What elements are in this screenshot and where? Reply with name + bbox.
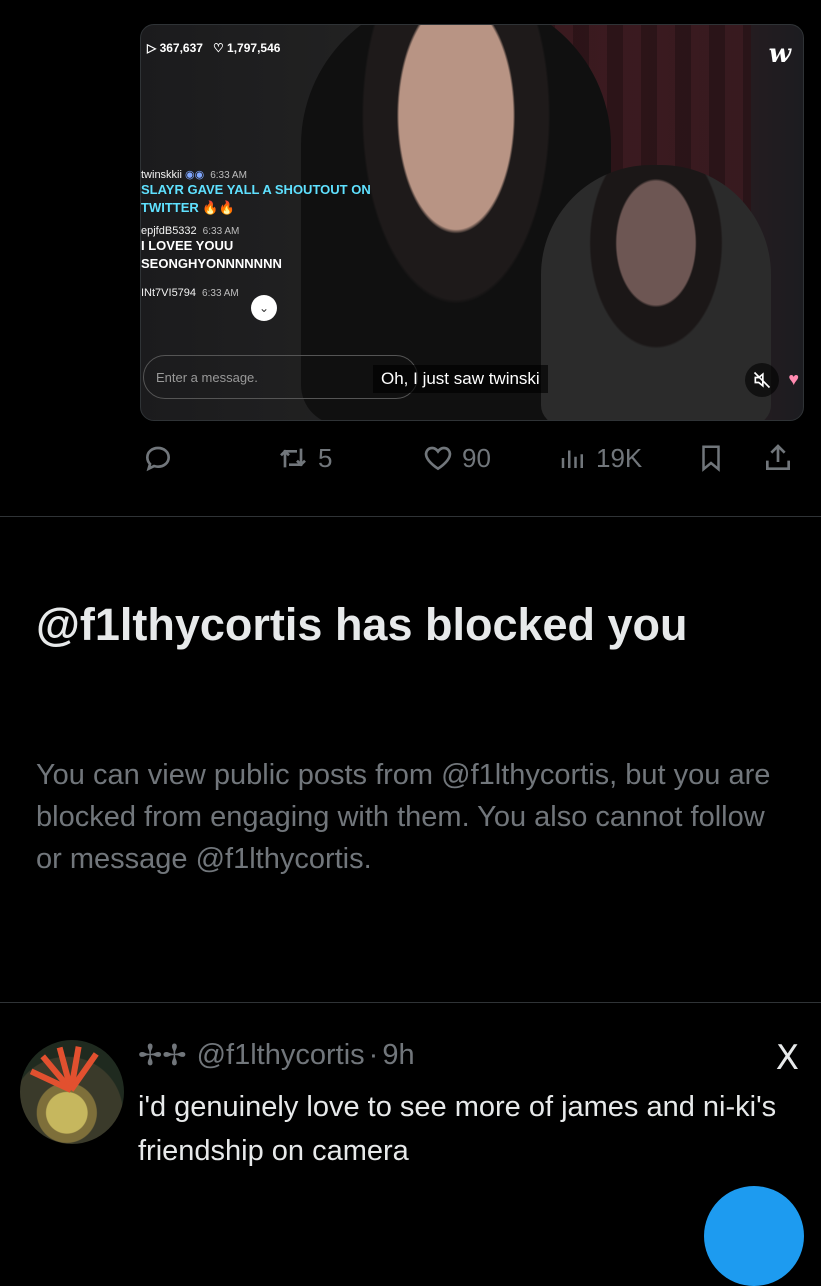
chat-username: twinskkii (141, 169, 182, 181)
avatar[interactable] (20, 1040, 124, 1144)
live-chat: twinskkii ◉◉ 6:33 AM SLAYR GAVE YALL A SH… (141, 160, 441, 299)
share-button[interactable] (762, 442, 794, 474)
post-header: ✢✢ @f1lthycortis · 9h (138, 1038, 415, 1073)
chat-message: INt7VI5794 6:33 AM (141, 287, 441, 299)
chat-time: 6:33 AM (202, 226, 240, 237)
share-icon (766, 444, 790, 470)
likes-count: 1,797,546 (227, 41, 281, 55)
post-age[interactable]: 9h (382, 1039, 414, 1072)
like-count: 90 (462, 442, 491, 473)
chat-text: SEONGHYONNNNNNN (141, 256, 282, 271)
like-button[interactable]: 90 (422, 442, 491, 474)
heart-outline-icon (424, 446, 452, 471)
likes-stat: ♡ 1,797,546 (212, 41, 281, 55)
chat-message: epjfdB5332 6:33 AM I LOVEE YOUU SEONGHYON… (141, 225, 441, 273)
bookmark-button[interactable] (696, 442, 726, 474)
bookmark-icon (702, 445, 720, 472)
post-handle[interactable]: @f1lthycortis (197, 1039, 365, 1072)
chat-text: TWITTER 🔥🔥 (141, 200, 235, 215)
retweet-count: 5 (318, 442, 333, 473)
chevron-down-icon[interactable]: ⌄ (251, 295, 277, 321)
video-person-secondary (541, 165, 771, 420)
views-stat: ▷ 367,637 (147, 41, 203, 55)
views-count: 367,637 (159, 41, 203, 55)
video-subtitle: Oh, I just saw twinski (373, 365, 548, 393)
verified-badge-icon: ◉◉ (185, 169, 205, 181)
reply-icon (145, 446, 171, 472)
chat-text: SLAYR GAVE YALL A SHOUTOUT ON (141, 182, 371, 197)
blocked-description: You can view public posts from @f1lthyco… (36, 759, 771, 875)
weverse-logo: w (768, 39, 791, 69)
display-name[interactable]: ✢✢ (138, 1038, 187, 1073)
chat-message: twinskkii ◉◉ 6:33 AM SLAYR GAVE YALL A SH… (141, 168, 441, 217)
chat-time: 6:33 AM (210, 170, 247, 181)
views-button[interactable]: 19K (558, 442, 642, 474)
views-count: 19K (596, 442, 643, 473)
tweet-action-bar: 5 90 19K (140, 440, 810, 480)
chat-username: epjfdB5332 (141, 225, 197, 237)
blocked-heading: @f1lthycortis has blocked you (36, 599, 688, 650)
chat-text: I LOVEE YOUU (141, 238, 234, 253)
analytics-icon (561, 450, 583, 468)
post-text: i'd genuinely love to see more of james … (138, 1091, 777, 1167)
heart-icon: ♥ (788, 369, 799, 389)
chat-time: 6:33 AM (202, 288, 239, 299)
divider (0, 516, 821, 517)
mute-icon[interactable] (745, 363, 779, 397)
stream-stats: ▷ 367,637 ♡ 1,797,546 (147, 41, 280, 55)
divider (0, 1002, 821, 1003)
x-logo-icon: X (775, 1038, 799, 1078)
separator: · (368, 1039, 379, 1071)
chat-username: INt7VI5794 (141, 287, 197, 299)
reply-button[interactable] (142, 442, 174, 474)
retweet-icon (280, 448, 306, 468)
compose-button[interactable] (704, 1186, 804, 1286)
video-media[interactable]: ▷ 367,637 ♡ 1,797,546 w twinskkii ◉◉ 6:33… (140, 24, 804, 421)
retweet-button[interactable]: 5 (276, 442, 332, 474)
